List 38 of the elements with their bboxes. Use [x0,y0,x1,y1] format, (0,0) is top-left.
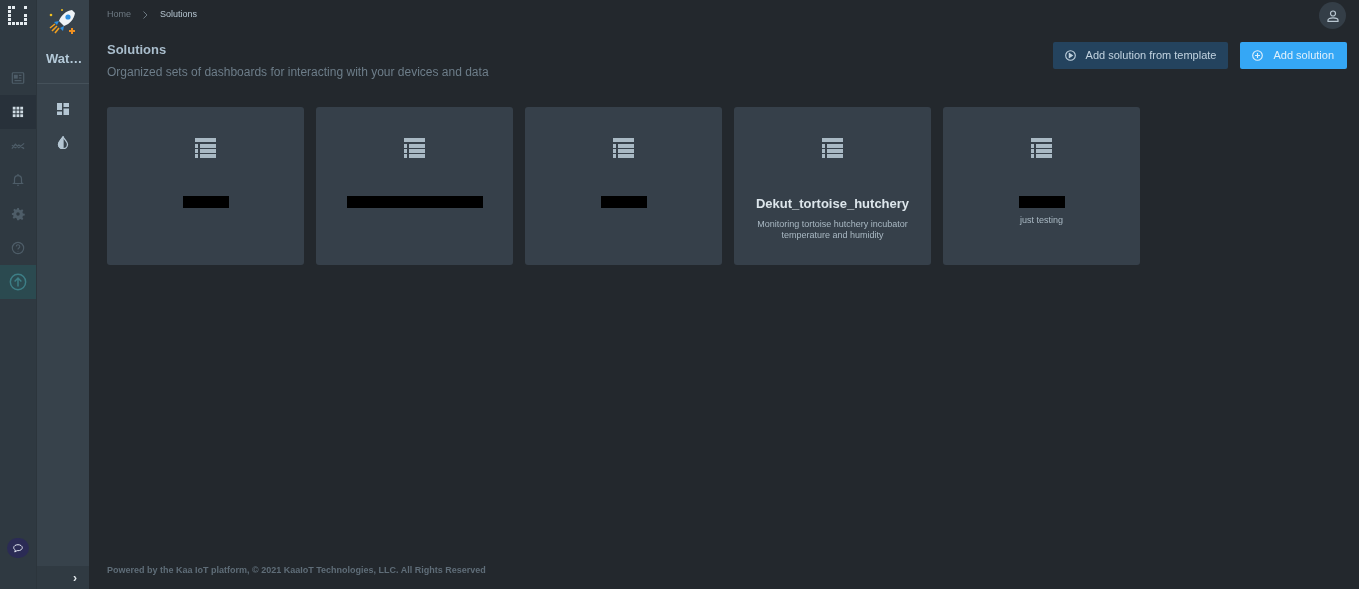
list-icon [822,137,843,159]
play-circle-icon [1064,50,1076,61]
grid-icon [11,105,25,119]
bell-icon [11,173,25,187]
page-subtitle: Organized sets of dashboards for interacting with your devices and data [107,63,489,81]
user-button[interactable] [1319,2,1346,29]
footer-text: Powered by the Kaa IoT platform, © 2021 KaaIoT Technologies, LLC. All Rights Reserved [107,563,487,577]
collapse-button[interactable]: › [37,566,89,589]
rail-item[interactable] [0,95,36,129]
solution-card[interactable] [316,106,513,265]
solution-card[interactable]: Dekut_tortoise_hutchery Monitoring tortoise hutchery incubator temperature and humidity [734,106,931,265]
list-icon [195,137,216,159]
add-button[interactable]: Add solution from template [1052,42,1229,69]
app-name: Wat… [46,50,84,68]
help-icon [11,241,25,255]
solution-description: Monitoring tortoise hutchery incubator temperature and humidity [756,218,909,241]
chat-icon [13,543,23,553]
plus-circle-icon [1252,50,1264,61]
solution-title: Dekut_tortoise_hutchery [755,195,910,212]
solution-description: just testing [1020,214,1063,226]
arrow-up-circle-icon [9,273,27,291]
solution-card[interactable] [525,106,722,265]
solution-card[interactable] [107,106,304,265]
water-drop-icon[interactable] [57,136,69,149]
user-icon [1326,9,1339,22]
list-icon [613,137,634,159]
chevron-right-icon [143,11,148,19]
breadcrumb-item: Solutions [160,8,198,22]
chat-button[interactable] [7,538,29,558]
dashboard-icon[interactable] [57,102,69,115]
page-title: Solutions [107,41,168,59]
logo-icon[interactable] [8,6,28,26]
settings-icon [11,207,25,221]
list-icon [1031,137,1052,159]
solution-card[interactable]: just testing [943,106,1140,265]
list-icon [404,137,425,159]
dashboard-icon [11,71,25,85]
breadcrumb-item[interactable]: Home [107,8,131,22]
